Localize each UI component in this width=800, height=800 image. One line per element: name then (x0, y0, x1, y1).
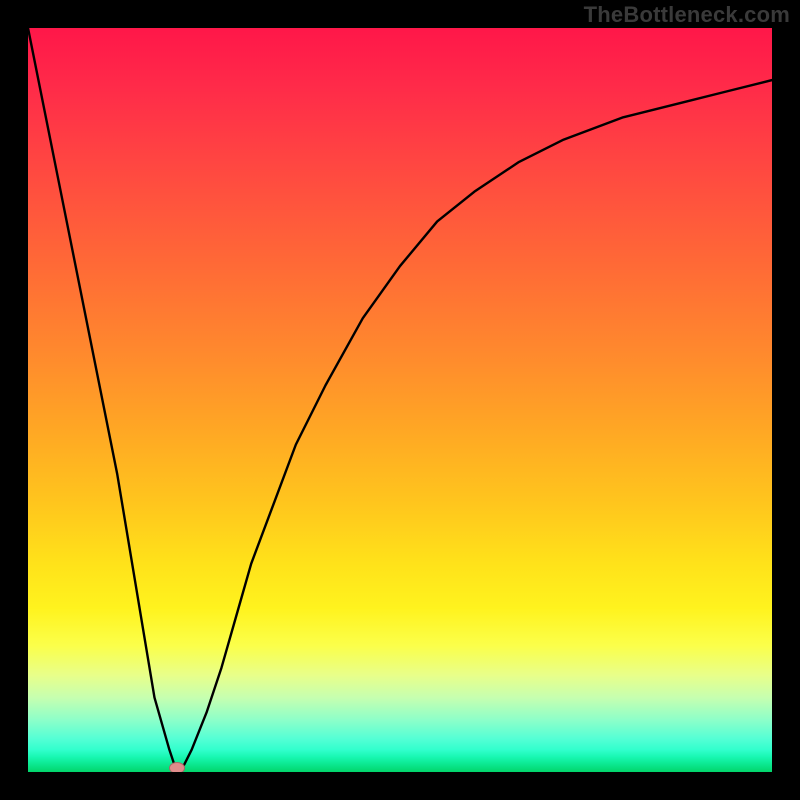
chart-frame: TheBottleneck.com (0, 0, 800, 800)
bottleneck-curve-path (28, 28, 772, 772)
gradient-plot-area (28, 28, 772, 772)
watermark-text: TheBottleneck.com (584, 2, 790, 28)
bottleneck-curve-svg (28, 28, 772, 772)
minimum-marker (169, 762, 185, 772)
